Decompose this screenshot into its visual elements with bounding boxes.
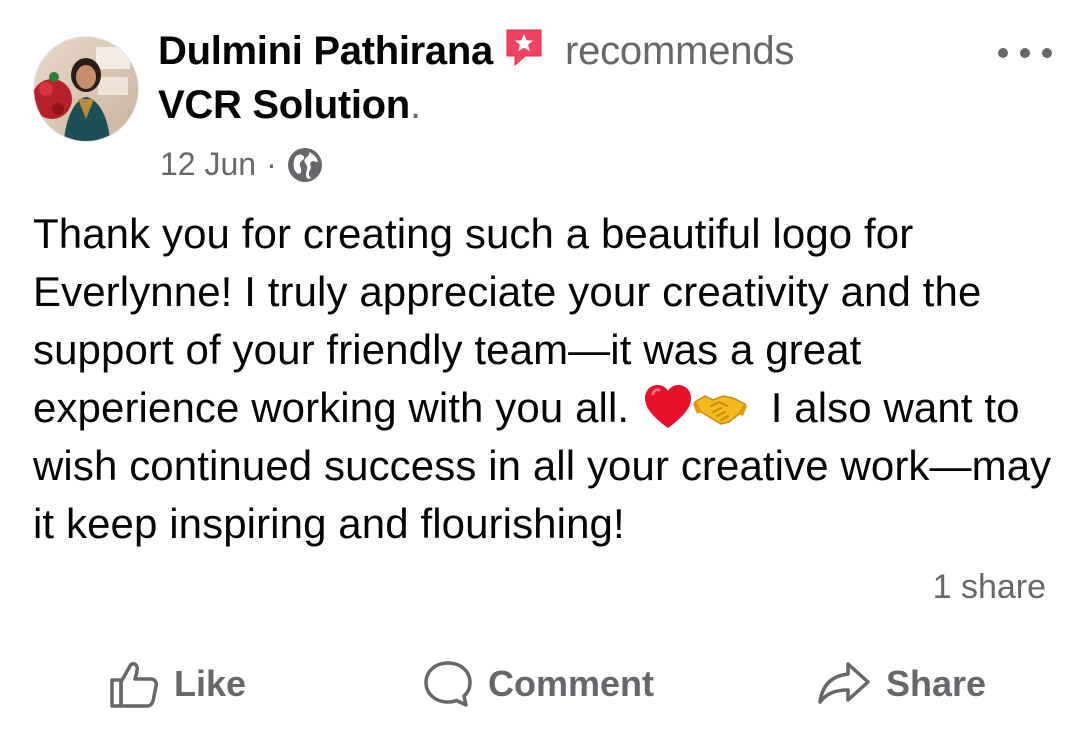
share-count[interactable]: 1 share: [933, 568, 1046, 607]
post-meta: 12 Jun ·: [158, 146, 958, 183]
comment-label: Comment: [488, 663, 655, 704]
post-text: Thank you for creating such a beautiful …: [33, 205, 1063, 553]
recommended-page-name[interactable]: VCR Solution: [158, 83, 410, 128]
facebook-post: Dulmini Pathirana recommends VCR Solutio…: [0, 0, 1080, 743]
meta-separator: ·: [266, 146, 277, 182]
dot: [1042, 48, 1052, 58]
avatar-image: [34, 37, 138, 141]
comment-icon: [422, 658, 474, 710]
punctuation: .: [409, 82, 422, 127]
share-button[interactable]: Share: [816, 650, 986, 718]
author-name[interactable]: Dulmini Pathirana: [158, 29, 493, 74]
post-header: Dulmini Pathirana recommends VCR Solutio…: [158, 24, 958, 183]
action-bar: Like Comment Share: [0, 650, 1080, 718]
dot: [998, 48, 1008, 58]
comment-button[interactable]: Comment: [422, 650, 654, 718]
recommendation-badge-icon: [503, 26, 545, 68]
handshake-icon: [692, 380, 747, 434]
header-line: VCR Solution .: [158, 78, 958, 132]
post-date[interactable]: 12 Jun: [160, 146, 256, 183]
red-heart-icon: [641, 380, 695, 434]
like-label: Like: [174, 663, 247, 704]
dot: [1020, 48, 1030, 58]
header-line: Dulmini Pathirana recommends: [158, 24, 958, 78]
like-button[interactable]: Like: [108, 650, 246, 718]
more-options-button[interactable]: [998, 38, 1052, 68]
share-icon: [816, 658, 872, 710]
avatar[interactable]: [33, 36, 139, 142]
share-label: Share: [886, 663, 987, 704]
recommends-verb: recommends: [564, 28, 795, 73]
globe-icon[interactable]: [287, 147, 323, 183]
thumbs-up-icon: [108, 658, 160, 710]
